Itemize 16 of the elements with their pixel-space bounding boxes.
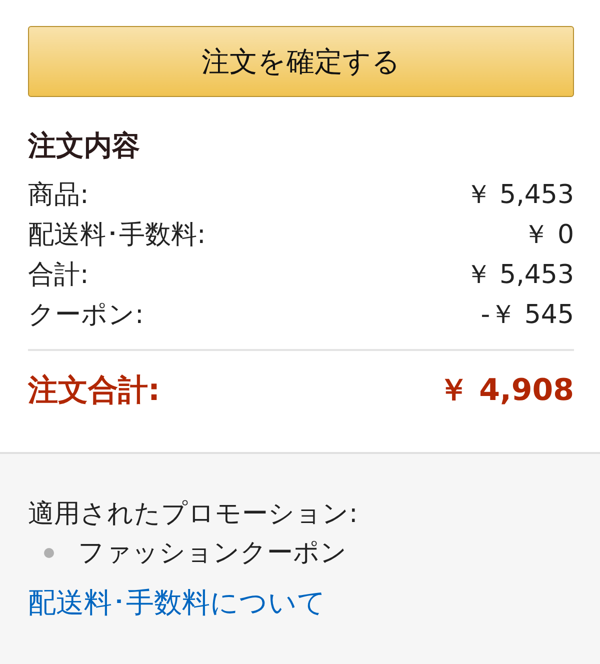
order-summary-title: 注文内容 bbox=[28, 129, 141, 163]
summary-label: 商品: bbox=[28, 179, 89, 211]
summary-label: クーポン: bbox=[28, 299, 144, 331]
summary-label: 合計: bbox=[28, 259, 89, 291]
summary-amount: ￥ 5,453 bbox=[465, 259, 574, 291]
summary-label: 配送料･手数料: bbox=[28, 219, 206, 251]
promotions-title: 適用されたプロモーション: bbox=[28, 498, 359, 531]
order-total-label: 注文合計: bbox=[28, 372, 160, 410]
summary-amount: -￥ 545 bbox=[480, 299, 574, 331]
summary-amount: ￥ 0 bbox=[523, 219, 574, 251]
promotion-name: ファッションクーポン bbox=[78, 537, 347, 570]
place-order-button[interactable]: 注文を確定する bbox=[28, 26, 574, 97]
order-total-amount: ￥ 4,908 bbox=[438, 372, 574, 410]
shipping-fees-link[interactable]: 配送料･手数料について bbox=[28, 584, 326, 622]
summary-amount: ￥ 5,453 bbox=[465, 179, 574, 211]
bullet-icon bbox=[44, 548, 54, 558]
